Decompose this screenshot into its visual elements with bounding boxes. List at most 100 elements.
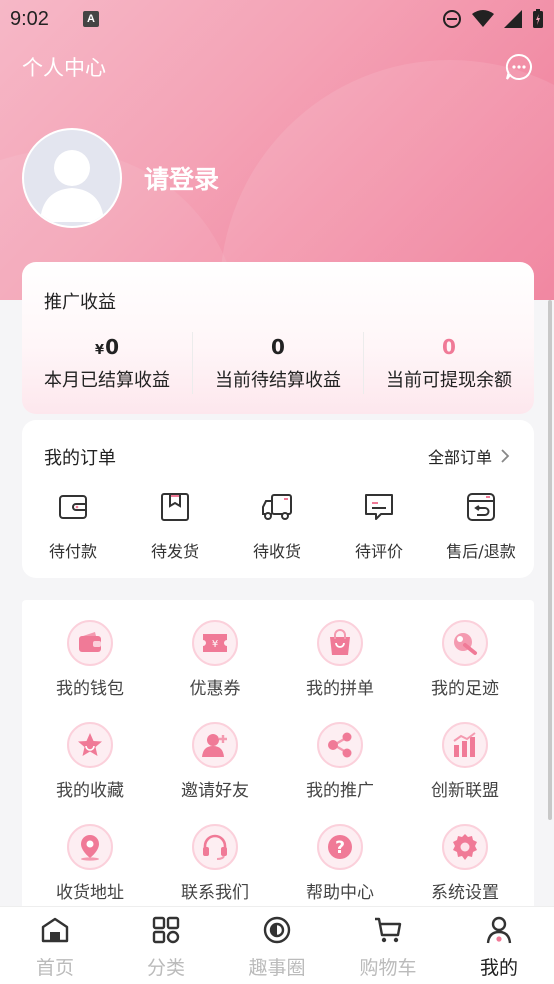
orders-title: 我的订单 [44, 448, 116, 469]
home-icon [41, 917, 69, 943]
location-icon [81, 835, 99, 861]
service-system-settings[interactable]: 系统设置 [405, 824, 525, 903]
service-label: 我的收藏 [56, 781, 124, 801]
stat-pending-settlement[interactable]: 0 当前待结算收益 [193, 332, 363, 392]
tab-label: 购物车 [359, 957, 417, 979]
stat-label: 本月已结算收益 [44, 370, 170, 391]
icon-circle [192, 824, 238, 870]
circle-icon [263, 916, 291, 944]
service-coupon[interactable]: ¥ 优惠券 [155, 620, 275, 699]
order-label: 待付款 [48, 542, 97, 561]
wallet-icon [59, 495, 87, 519]
order-after-sales[interactable]: 售后/退款 [430, 490, 532, 562]
svg-text:¥: ¥ [212, 639, 218, 650]
service-help-center[interactable]: ? 帮助中心 [280, 824, 400, 903]
promotion-earnings-card: 推广收益 ¥0 本月已结算收益 0 当前待结算收益 0 当前可提现余额 [22, 262, 534, 414]
service-label: 我的拼单 [306, 679, 374, 699]
service-invite-friends[interactable]: 邀请好友 [155, 722, 275, 801]
help-icon: ? [328, 835, 352, 859]
wifi-icon [472, 10, 494, 27]
icon-circle: ? [317, 824, 363, 870]
order-pending-review[interactable]: 待评价 [328, 490, 430, 562]
currency-symbol: ¥ [95, 343, 105, 358]
service-innovation-alliance[interactable]: 创新联盟 [405, 722, 525, 801]
comment-icon [365, 494, 393, 520]
status-icons [442, 9, 544, 29]
service-group-buy[interactable]: 我的拼单 [280, 620, 400, 699]
service-label: 帮助中心 [306, 883, 374, 903]
icon-circle [192, 722, 238, 768]
order-pending-payment[interactable]: 待付款 [22, 490, 124, 562]
bottom-tab-bar: 首页 分类 趣事圈 购物车 我的 [0, 906, 554, 984]
icon-circle: ¥ [192, 620, 238, 666]
scrollbar[interactable] [548, 300, 552, 820]
star-icon [78, 733, 102, 756]
status-time: 9:02 [10, 7, 49, 30]
service-label: 系统设置 [431, 883, 499, 903]
stat-month-settled[interactable]: ¥0 本月已结算收益 [22, 332, 192, 392]
login-link[interactable]: 请登录 [144, 160, 219, 196]
my-orders-card: 我的订单 全部订单 待付款 待发货 待收货 待评价 售后/退款 [22, 420, 534, 578]
icon-circle [317, 722, 363, 768]
tab-category[interactable]: 分类 [111, 915, 221, 980]
service-contact-us[interactable]: 联系我们 [155, 824, 275, 903]
icon-circle [442, 722, 488, 768]
tab-home[interactable]: 首页 [0, 915, 110, 980]
order-pending-shipment[interactable]: 待发货 [124, 490, 226, 562]
tab-fun-circle[interactable]: 趣事圈 [222, 915, 332, 980]
services-grid: 我的钱包 ¥ 优惠券 我的拼单 我的足迹 我的收藏 邀请好友 我的推广 创新联盟… [22, 600, 534, 920]
avatar[interactable] [22, 128, 122, 228]
share-icon [328, 732, 352, 758]
stat-withdrawable[interactable]: 0 当前可提现余额 [364, 332, 534, 392]
service-favorites[interactable]: 我的收藏 [30, 722, 150, 801]
wallet-icon [79, 632, 101, 652]
promotion-title: 推广收益 [44, 292, 116, 313]
stat-label: 当前可提现余额 [386, 370, 512, 391]
service-label: 联系我们 [181, 883, 249, 903]
category-icon [152, 916, 180, 944]
gear-icon [453, 834, 477, 860]
icon-circle [67, 824, 113, 870]
tab-cart[interactable]: 购物车 [333, 915, 443, 980]
order-label: 待发货 [150, 542, 199, 561]
order-pending-receipt[interactable]: 待收货 [226, 490, 328, 562]
person-icon [486, 916, 512, 944]
service-shipping-address[interactable]: 收货地址 [30, 824, 150, 903]
all-orders-link[interactable]: 全部订单 [428, 444, 510, 468]
signal-icon [504, 10, 522, 28]
stat-amount: 0 [442, 335, 456, 359]
chevron-right-icon [501, 449, 510, 463]
tab-label: 我的 [479, 957, 518, 979]
stat-value: ¥0 [22, 332, 192, 362]
icon-circle [442, 620, 488, 666]
service-my-promotion[interactable]: 我的推广 [280, 722, 400, 801]
tab-label: 首页 [35, 957, 74, 979]
tab-label: 分类 [146, 957, 185, 979]
stat-amount: 0 [105, 335, 119, 359]
page-title: 个人中心 [22, 56, 106, 80]
order-label: 待收货 [252, 542, 301, 561]
default-avatar-icon [40, 150, 104, 222]
notification-icon: A [82, 11, 99, 27]
service-wallet[interactable]: 我的钱包 [30, 620, 150, 699]
service-footprint[interactable]: 我的足迹 [405, 620, 525, 699]
coupon-icon: ¥ [203, 634, 227, 652]
headset-icon [203, 834, 227, 860]
service-label: 创新联盟 [431, 781, 499, 801]
truck-icon [262, 494, 292, 520]
footprint-icon [454, 633, 477, 655]
status-bar: 9:02 A [0, 0, 554, 38]
tab-mine[interactable]: 我的 [444, 915, 554, 980]
icon-circle [67, 722, 113, 768]
tab-label: 趣事圈 [248, 957, 306, 979]
bar-chart-icon [453, 732, 476, 757]
service-label: 我的钱包 [56, 679, 124, 699]
order-label: 售后/退款 [446, 542, 516, 561]
return-icon [467, 493, 495, 521]
service-label: 我的推广 [306, 781, 374, 801]
message-button[interactable] [504, 52, 534, 82]
stat-amount: 0 [271, 335, 285, 359]
service-label: 邀请好友 [181, 781, 249, 801]
icon-circle [317, 620, 363, 666]
battery-icon [533, 9, 543, 28]
